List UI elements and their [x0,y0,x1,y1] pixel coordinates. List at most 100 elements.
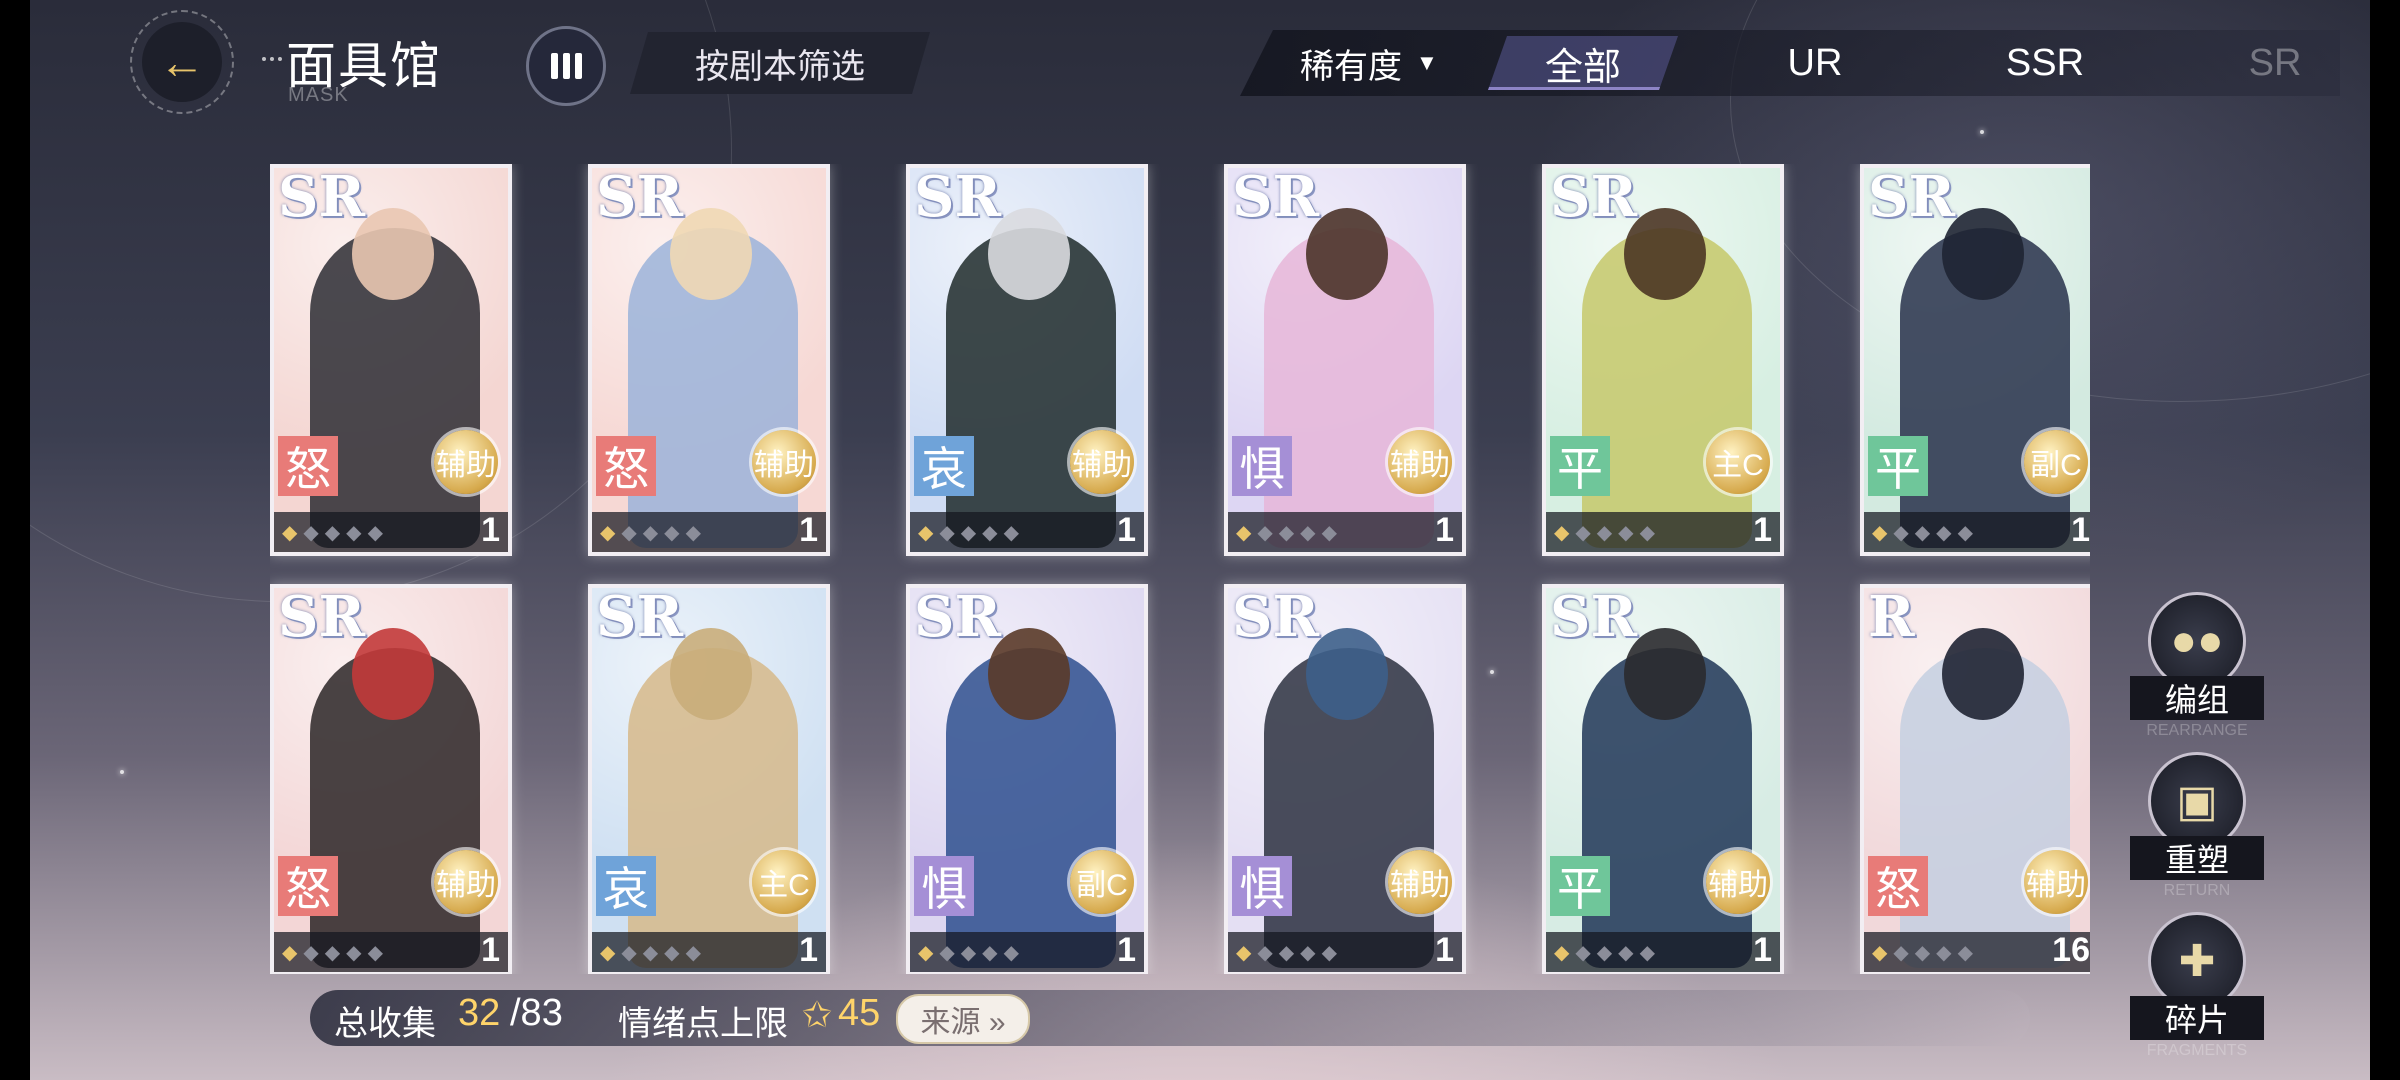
card-count: 1 [1435,931,1454,969]
diamond-icon: ◆ [324,521,341,544]
card-role-badge: 副C [1070,850,1134,914]
mask-card[interactable]: SR 怒辅助 ◆ ◆ ◆ ◆ ◆ 1 [588,164,830,556]
card-rarity: SR [1232,164,1319,230]
mask-card[interactable]: R 怒辅助 ◆ ◆ ◆ ◆ ◆ 16 [1860,584,2090,974]
card-rarity: SR [1550,584,1637,650]
diamond-icon: ◆ [664,521,680,544]
tab-ssr[interactable]: SSR [1950,36,2140,90]
card-role-badge: 辅助 [1070,430,1134,494]
card-count: 1 [2071,511,2090,549]
script-filter-button[interactable]: 按剧本筛选 [630,32,930,94]
back-button[interactable]: ← [130,10,234,114]
card-emotion: 平 [1550,856,1610,916]
tab-all[interactable]: 全部 [1488,36,1678,90]
card-role-badge: 辅助 [752,430,816,494]
card-count: 1 [1753,511,1772,549]
diamond-icon: ◆ [982,941,998,964]
diamond-icon: ◆ [303,941,319,964]
card-count: 16 [2052,931,2090,969]
card-rarity: SR [596,584,683,650]
mask-card[interactable]: SR 哀主C ◆ ◆ ◆ ◆ ◆ 1 [588,584,830,974]
diamond-icon: ◆ [1321,941,1337,964]
card-emotion: 哀 [914,436,974,496]
card-rarity: SR [278,164,365,230]
diamond-icon: ◆ [1596,941,1613,964]
diamond-icon: ◆ [939,941,955,964]
total-collection-value: 32 [458,992,501,1034]
diamond-icon: ◆ [1936,941,1952,964]
diamond-icon: ◆ [642,941,659,964]
card-role-badge: 主C [1706,430,1770,494]
diamond-icon: ◆ [1957,521,1973,544]
character-head [1942,628,2024,720]
diamond-icon: ◆ [1257,521,1273,544]
diamond-icon: ◆ [1893,941,1909,964]
source-button[interactable]: 来源 » [896,994,1030,1044]
diamond-icon: ◆ [1278,521,1295,544]
tab-sr[interactable]: SR [2180,36,2370,90]
diamond-icon: ◆ [367,521,383,544]
mask-card[interactable]: SR 哀辅助 ◆ ◆ ◆ ◆ ◆ 1 [906,164,1148,556]
mask-card[interactable]: SR 惧副C ◆ ◆ ◆ ◆ ◆ 1 [906,584,1148,974]
diamond-icon: ◆ [960,521,977,544]
diamond-icon: ◆ [664,941,680,964]
reshape-sublabel: RETURN [2163,882,2231,899]
card-footer: ◆ ◆ ◆ ◆ ◆ [1546,512,1780,552]
diamond-icon: ◆ [621,941,637,964]
menu-button[interactable] [526,26,606,106]
rarity-dropdown-label: 稀有度 [1300,47,1402,86]
card-rarity: SR [914,584,1001,650]
card-footer: ◆ ◆ ◆ ◆ ◆ [1228,932,1462,972]
diamond-icon: ◆ [1300,521,1316,544]
mask-card[interactable]: SR 怒辅助 ◆ ◆ ◆ ◆ ◆ 1 [270,584,512,974]
mask-card[interactable]: SR 平辅助 ◆ ◆ ◆ ◆ ◆ 1 [1542,584,1784,974]
diamond-icon: ◆ [1936,521,1952,544]
caret-down-icon: ▼ [1416,50,1438,75]
card-footer: ◆ ◆ ◆ ◆ ◆ [592,932,826,972]
card-footer: ◆ ◆ ◆ ◆ ◆ [1864,512,2090,552]
card-count: 1 [1435,511,1454,549]
diamond-icon: ◆ [621,521,637,544]
emotion-limit-value: 45 [838,992,881,1034]
mask-card[interactable]: SR 惧辅助 ◆ ◆ ◆ ◆ ◆ 1 [1224,164,1466,556]
card-count: 1 [481,511,500,549]
diamond-icon: ◆ [282,941,298,964]
reshape-label: 重塑 [2130,836,2264,880]
card-emotion: 惧 [914,856,974,916]
diamond-icon: ◆ [1872,521,1888,544]
diamond-icon: ◆ [685,521,701,544]
card-rarity: R [1868,584,1915,650]
diamond-icon: ◆ [982,521,998,544]
card-count: 1 [481,931,500,969]
rarity-dropdown[interactable]: 稀有度 ▼ [1300,38,1500,88]
mask-card[interactable]: SR 惧辅助 ◆ ◆ ◆ ◆ ◆ 1 [1224,584,1466,974]
diamond-icon: ◆ [367,941,383,964]
diamond-icon: ◆ [1893,521,1909,544]
card-role-badge: 辅助 [2024,850,2088,914]
diamond-icon: ◆ [303,521,319,544]
diamond-icon: ◆ [1554,941,1570,964]
diamond-icon: ◆ [346,941,362,964]
card-count: 1 [1117,511,1136,549]
card-role-badge: 辅助 [1706,850,1770,914]
tab-ur[interactable]: UR [1720,36,1910,90]
diamond-icon: ◆ [1596,521,1613,544]
diamond-icon: ◆ [642,521,659,544]
diamond-icon: ◆ [1639,521,1655,544]
card-role-badge: 辅助 [434,850,498,914]
mask-card[interactable]: SR 怒辅助 ◆ ◆ ◆ ◆ ◆ 1 [270,164,512,556]
diamond-icon: ◆ [1236,521,1252,544]
diamond-icon: ◆ [1321,521,1337,544]
diamond-icon: ◆ [918,941,934,964]
star-icon: ✩ [802,994,833,1035]
card-count: 1 [799,511,818,549]
card-count: 1 [1753,931,1772,969]
diamond-icon: ◆ [1872,941,1888,964]
card-footer: ◆ ◆ ◆ ◆ ◆ [910,932,1144,972]
card-rarity: SR [278,584,365,650]
total-collection-max: /83 [510,992,563,1034]
card-footer: ◆ ◆ ◆ ◆ ◆ [274,932,508,972]
mask-card[interactable]: SR 平主C ◆ ◆ ◆ ◆ ◆ 1 [1542,164,1784,556]
mask-card[interactable]: SR 平副C ◆ ◆ ◆ ◆ ◆ 1 [1860,164,2090,556]
diamond-icon: ◆ [1278,941,1295,964]
